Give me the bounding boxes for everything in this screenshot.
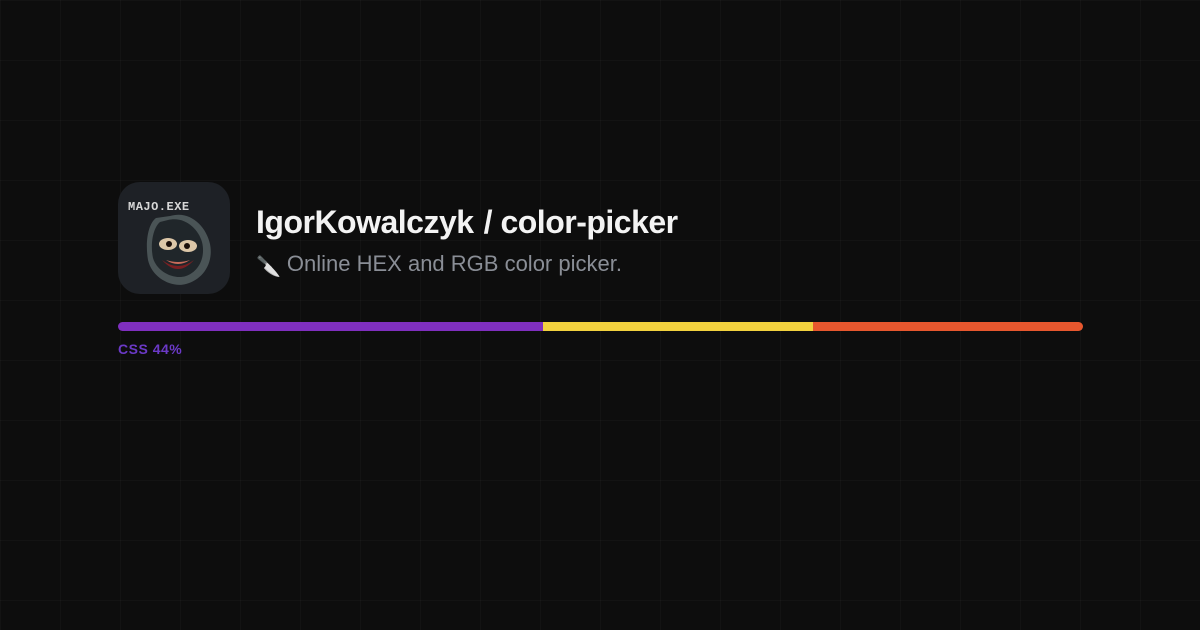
repo-description: 🔪Online HEX and RGB color picker. (256, 251, 678, 279)
knife-emoji-icon: 🔪 (256, 254, 281, 279)
language-segment-js (543, 322, 813, 331)
header-row: MAJO.EXE IgorKowalczyk / color-picker 🔪O… (118, 182, 1083, 294)
repo-name: color-picker (500, 204, 677, 241)
language-segment-html (813, 322, 1083, 331)
language-caption: CSS 44% (118, 341, 1083, 357)
repo-slash: / (484, 204, 493, 241)
language-caption-name: CSS (118, 341, 148, 357)
language-segment-css (118, 322, 543, 331)
repo-social-card: MAJO.EXE IgorKowalczyk / color-picker 🔪O… (118, 182, 1083, 357)
repo-avatar: MAJO.EXE (118, 182, 230, 294)
language-bar (118, 322, 1083, 331)
language-caption-percent: 44% (153, 341, 183, 357)
balaclava-figure-icon (140, 212, 218, 290)
repo-description-text: Online HEX and RGB color picker. (287, 251, 622, 276)
repo-owner: IgorKowalczyk (256, 204, 474, 241)
title-and-description: IgorKowalczyk / color-picker 🔪Online HEX… (256, 198, 678, 279)
repo-title: IgorKowalczyk / color-picker (256, 204, 678, 241)
